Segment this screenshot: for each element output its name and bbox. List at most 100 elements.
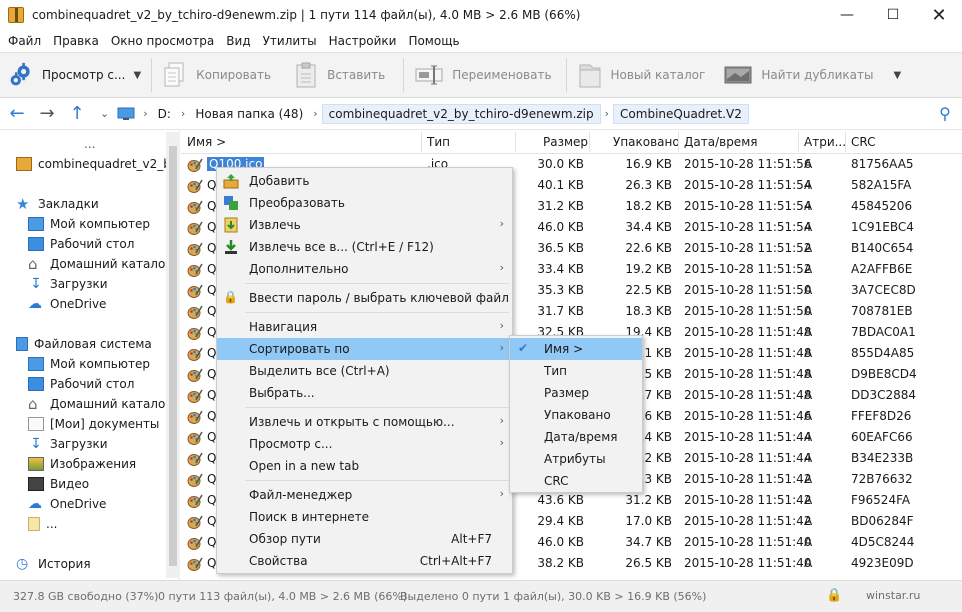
ctx-select-all[interactable]: Выделить все (Ctrl+A): [217, 360, 512, 382]
ctx-more[interactable]: Дополнительно ›: [217, 258, 512, 280]
scrollbar-thumb[interactable]: [169, 146, 177, 566]
menu-edit[interactable]: Правка: [47, 34, 105, 48]
sidebar-item-fs-more[interactable]: ...: [28, 514, 57, 534]
sort-by-date[interactable]: Дата/время: [510, 426, 642, 448]
find-duplicates-button[interactable]: Найти дубликаты ▼: [717, 53, 907, 97]
menu-settings[interactable]: Настройки: [323, 34, 403, 48]
ctx-new-tab[interactable]: Open in a new tab: [217, 455, 512, 477]
ctx-web-search[interactable]: Поиск в интернете: [217, 506, 512, 528]
sidebar-item-fs-desktop[interactable]: Рабочий стол: [28, 374, 134, 394]
cell-packed: 26.5 KB: [625, 556, 672, 570]
sort-by-attributes[interactable]: Атрибуты: [510, 448, 642, 470]
ctx-path-overview[interactable]: Обзор пути Alt+F7: [217, 528, 512, 550]
sort-by-packed[interactable]: Упаковано: [510, 404, 642, 426]
breadcrumb-current[interactable]: CombineQuadret.V2: [613, 103, 749, 124]
column-date[interactable]: Дата/время: [684, 135, 757, 149]
menu-file[interactable]: Файл: [2, 34, 47, 48]
sidebar-item-fs-downloads[interactable]: ↧ Загрузки: [28, 434, 107, 454]
chevron-down-icon[interactable]: ▼: [893, 70, 901, 81]
ctx-navigation[interactable]: Навигация ›: [217, 316, 512, 338]
sidebar-item-fs-onedrive[interactable]: ☁ OneDrive: [28, 494, 106, 514]
sidebar-item-fs-home[interactable]: ⌂ Домашний каталог: [28, 394, 172, 414]
up-arrow-icon[interactable]: ↑: [62, 99, 92, 129]
ctx-extract-open[interactable]: Извлечь и открыть с помощью... ›: [217, 411, 512, 433]
breadcrumb-folder[interactable]: Новая папка (48): [189, 105, 309, 123]
ctx-select[interactable]: Выбрать...: [217, 382, 512, 404]
view-with-button[interactable]: Просмотр с... ▼: [0, 53, 147, 97]
ctx-file-manager[interactable]: Файл-менеджер ›: [217, 484, 512, 506]
column-separator[interactable]: [798, 132, 799, 152]
column-crc[interactable]: CRC: [851, 135, 876, 149]
cell-crc: D9BE8CD4: [851, 367, 917, 381]
sort-by-type[interactable]: Тип: [510, 360, 642, 382]
menu-help[interactable]: Помощь: [402, 34, 465, 48]
sidebar-scrollbar[interactable]: [166, 132, 180, 578]
ctx-view-with[interactable]: Просмотр с... ›: [217, 433, 512, 455]
back-arrow-icon[interactable]: ←: [2, 99, 32, 129]
sidebar-item-fs-images[interactable]: Изображения: [28, 454, 136, 474]
column-separator[interactable]: [421, 132, 422, 152]
menu-view-window[interactable]: Окно просмотра: [105, 34, 220, 48]
ctx-extract[interactable]: Извлечь ›: [217, 214, 512, 236]
search-icon[interactable]: ⚲: [930, 99, 960, 129]
new-folder-button[interactable]: Новый каталог: [571, 53, 712, 97]
ctx-extract-all[interactable]: Извлечь все в... (Ctrl+E / F12): [217, 236, 512, 258]
breadcrumb-drive[interactable]: D:: [152, 105, 177, 123]
chevron-down-icon[interactable]: ▼: [133, 70, 141, 81]
copy-button[interactable]: Копировать: [156, 53, 277, 97]
column-packed[interactable]: Упаковано: [613, 135, 680, 149]
ctx-sort-by[interactable]: Сортировать по ›: [217, 338, 512, 360]
sidebar-item-label: Рабочий стол: [50, 237, 135, 251]
minimize-button[interactable]: —: [824, 0, 870, 30]
column-separator[interactable]: [845, 132, 846, 152]
ctx-add[interactable]: Добавить: [217, 170, 512, 192]
ctx-properties[interactable]: Свойства Ctrl+Alt+F7: [217, 550, 512, 572]
sidebar-item-fs-video[interactable]: Видео: [28, 474, 89, 494]
sort-by-name[interactable]: ✔ Имя >: [510, 338, 642, 360]
column-size[interactable]: Размер: [543, 135, 588, 149]
paste-button[interactable]: Вставить: [287, 53, 391, 97]
sort-by-crc[interactable]: CRC: [510, 470, 642, 492]
column-separator[interactable]: [515, 132, 516, 152]
file-list-header: Имя > Тип Размер Упаковано Дата/время Ат…: [181, 130, 962, 154]
sidebar-item-desktop[interactable]: Рабочий стол: [28, 234, 134, 254]
ctx-password[interactable]: 🔒 Ввести пароль / выбрать ключевой файл: [217, 287, 512, 309]
close-button[interactable]: ✕: [916, 0, 962, 30]
column-separator[interactable]: [678, 132, 679, 152]
sidebar-item-archive[interactable]: combinequadret_v2_by_...: [16, 154, 179, 174]
history-chevron-icon[interactable]: ⌄: [96, 107, 113, 120]
column-type[interactable]: Тип: [427, 135, 450, 149]
column-separator[interactable]: [589, 132, 590, 152]
rename-button[interactable]: Переименовать: [408, 53, 557, 97]
computer-icon[interactable]: [117, 107, 135, 121]
sidebar-item-onedrive[interactable]: ☁ OneDrive: [28, 294, 106, 314]
clipboard-icon: [293, 61, 319, 89]
sidebar-section-bookmarks[interactable]: ★ Закладки: [16, 194, 99, 214]
column-name[interactable]: Имя >: [187, 135, 226, 149]
sidebar-item-home[interactable]: ⌂ Домашний каталог: [28, 254, 172, 274]
sidebar-item-fs-computer[interactable]: Мой компьютер: [28, 354, 150, 374]
sidebar-item-my-computer[interactable]: Мой компьютер: [28, 214, 150, 234]
sidebar-item-downloads[interactable]: ↧ Загрузки: [28, 274, 107, 294]
sidebar-more[interactable]: ...: [84, 134, 95, 154]
ctx-convert[interactable]: Преобразовать: [217, 192, 512, 214]
cell-attr: A: [804, 535, 813, 549]
duplicates-icon: [723, 61, 753, 89]
cell-packed: 34.4 KB: [625, 220, 672, 234]
sidebar-section-filesystem[interactable]: Файловая система: [16, 334, 152, 354]
column-attr[interactable]: Атри...: [804, 135, 846, 149]
sidebar-item-fs-documents[interactable]: [Мои] документы: [28, 414, 159, 434]
palette-file-icon: [187, 535, 203, 551]
sort-by-size[interactable]: Размер: [510, 382, 642, 404]
lock-icon[interactable]: 🔒: [826, 588, 842, 603]
sidebar-item-label: OneDrive: [50, 297, 107, 311]
cell-date: 2015-10-28 11:51:40: [684, 556, 812, 570]
menu-utilities[interactable]: Утилиты: [257, 34, 323, 48]
menu-view[interactable]: Вид: [220, 34, 256, 48]
cell-size: 31.7 KB: [537, 304, 584, 318]
forward-arrow-icon[interactable]: →: [32, 99, 62, 129]
maximize-button[interactable]: ☐: [870, 0, 916, 30]
title-bar: combinequadret_v2_by_tchiro-d9enewm.zip …: [0, 0, 962, 30]
sidebar-section-history[interactable]: ◷ История: [16, 554, 91, 574]
breadcrumb-archive[interactable]: combinequadret_v2_by_tchiro-d9enewm.zip: [321, 103, 601, 124]
